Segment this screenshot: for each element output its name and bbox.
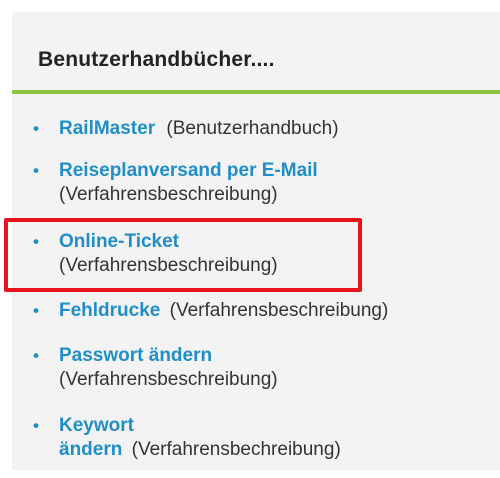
passwort-link[interactable]: Passwort ändern: [59, 345, 212, 366]
fehldrucke-desc: (Verfahrensbeschreibung): [169, 300, 389, 321]
reiseplanversand-desc: (Verfahrensbeschreibung): [59, 184, 278, 205]
keywort-link-line2[interactable]: ändern: [59, 439, 122, 460]
railmaster-link[interactable]: RailMaster: [59, 118, 155, 139]
passwort-desc: (Verfahrensbeschreibung): [59, 369, 278, 390]
railmaster-desc: (Benutzerhandbuch): [166, 118, 339, 139]
bullet-icon: •: [33, 301, 39, 320]
fehldrucke-link[interactable]: Fehldrucke: [59, 300, 160, 321]
bullet-icon: •: [33, 416, 39, 435]
reiseplanversand-link[interactable]: Reiseplanversand per E-Mail: [59, 160, 318, 181]
keywort-desc: (Verfahrensbechreibung): [131, 439, 341, 460]
bullet-icon: •: [33, 119, 39, 138]
highlight-box: [4, 218, 362, 292]
bullet-icon: •: [33, 161, 39, 180]
keywort-link-line1[interactable]: Keywort: [59, 415, 134, 436]
manuals-panel: Benutzerhandbücher.... • RailMaster (Ben…: [4, 12, 500, 470]
bullet-icon: •: [33, 346, 39, 365]
